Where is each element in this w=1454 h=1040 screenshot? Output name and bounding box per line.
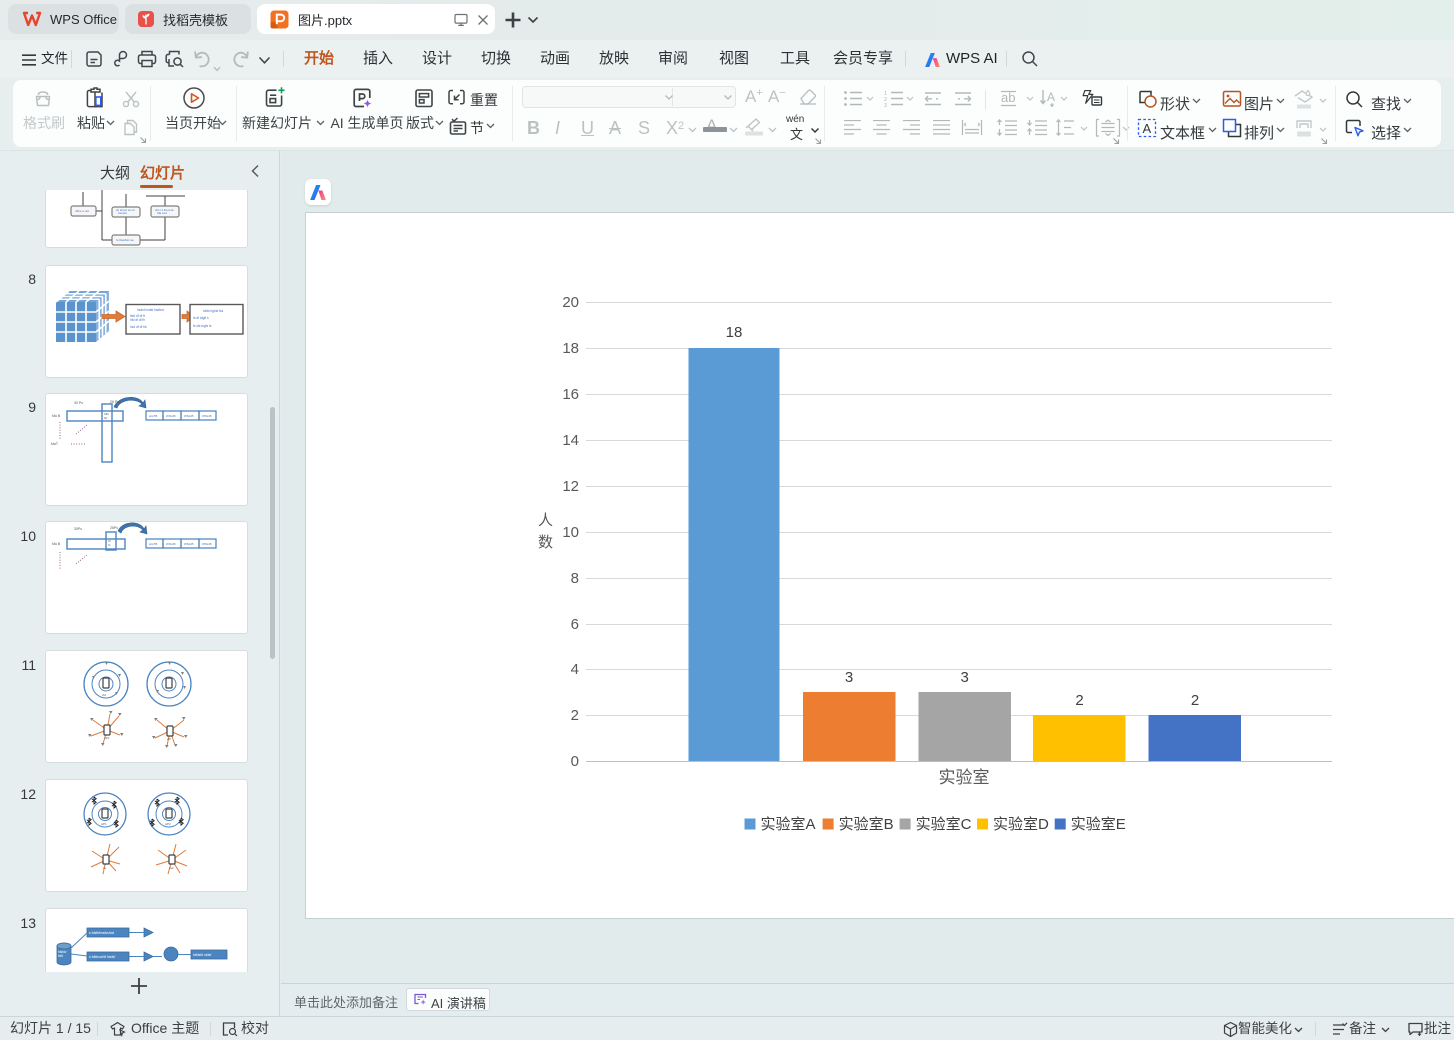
svg-text:cs: cs: [103, 866, 107, 870]
svg-text:sfsts bghst fss: sfsts bghst fss: [203, 309, 224, 313]
svg-text:数: 数: [538, 534, 553, 551]
svg-text:s fdfdsxcfdf fdsfsf: s fdfdsxcfdf fdsfsf: [89, 955, 115, 959]
svg-text:2: 2: [571, 707, 579, 724]
svg-text:实验室A: 实验室A: [761, 816, 816, 833]
svg-text:0: 0: [571, 753, 579, 770]
svg-text:ts df tdgft s: ts df tdgft s: [193, 316, 209, 320]
svg-text:ab: ab: [1001, 90, 1015, 105]
svg-text:30Ps: 30Ps: [74, 527, 82, 531]
svg-text:12: 12: [562, 478, 579, 495]
svg-text:WNLtB: WNLtB: [184, 414, 194, 418]
svg-text:hfd df df fh: hfd df df fh: [130, 318, 145, 322]
svg-text:A: A: [1047, 90, 1055, 104]
svg-text:AP1: AP1: [104, 736, 110, 740]
svg-text:3: 3: [845, 669, 853, 686]
svg-text:3: 3: [884, 103, 887, 107]
svg-text:18: 18: [726, 324, 743, 341]
svg-text:fo ftwafvkr ao: fo ftwafvkr ao: [116, 238, 134, 242]
svg-text:fonsds: fonsds: [118, 211, 127, 215]
svg-text:26 Pss: 26 Pss: [110, 400, 121, 404]
svg-text:WNLtB: WNLtB: [202, 414, 212, 418]
svg-text:18: 18: [562, 340, 579, 357]
svg-text:14: 14: [562, 432, 579, 449]
svg-text:offce a not: offce a not: [75, 209, 89, 213]
svg-text:AP2: AP2: [165, 822, 171, 826]
svg-text:6: 6: [571, 616, 579, 633]
svg-text:16: 16: [562, 386, 579, 403]
svg-text:WNLtB: WNLtB: [166, 542, 176, 546]
svg-text:AP1: AP1: [101, 822, 107, 826]
svg-text:fsfd: fsfd: [58, 954, 63, 958]
svg-text:2: 2: [1075, 692, 1083, 709]
svg-text:fs sfs tsgfs fs: fs sfs tsgfs fs: [193, 324, 212, 328]
svg-text:wtsTB: wtsTB: [149, 542, 157, 546]
svg-text:AP: AP: [167, 737, 171, 741]
svg-text:26Ps: 26Ps: [110, 526, 118, 530]
svg-text:3: 3: [961, 669, 969, 686]
svg-text:2: 2: [1191, 692, 1199, 709]
svg-text:cs2: cs2: [169, 866, 174, 870]
svg-text:WNLtB: WNLtB: [166, 414, 176, 418]
svg-text:实验室E: 实验室E: [1071, 816, 1126, 833]
svg-text:wtsTB: wtsTB: [149, 414, 157, 418]
svg-text:实验室D: 实验室D: [993, 816, 1049, 833]
svg-text:20: 20: [562, 294, 579, 311]
svg-text:实验室C: 实验室C: [916, 816, 972, 833]
svg-text:人: 人: [538, 512, 553, 529]
svg-text:s fdsfbfmsfscfvsf: s fdsfbfmsfscfvsf: [89, 931, 114, 935]
svg-text:A: A: [1143, 121, 1152, 136]
svg-text:Ma B: Ma B: [52, 542, 61, 546]
svg-text:Ma B: Ma B: [52, 414, 61, 418]
svg-text:实验室B: 实验室B: [839, 816, 894, 833]
svg-text:10: 10: [562, 524, 579, 541]
svg-text:8: 8: [571, 570, 579, 587]
svg-text:fsf: fsf: [104, 416, 107, 420]
svg-text:实验室: 实验室: [939, 768, 990, 787]
svg-text:4: 4: [571, 661, 579, 678]
svg-text:WNLtB: WNLtB: [202, 542, 212, 546]
svg-text:fda ssd: fda ssd: [157, 211, 167, 215]
svg-text:hsdst hsdtd hsdted: hsdst hsdtd hsdted: [137, 308, 164, 312]
svg-text:MaT: MaT: [51, 442, 59, 446]
svg-text:WNLtB: WNLtB: [184, 542, 194, 546]
svg-text:zfd: zfd: [102, 693, 106, 697]
svg-text:fs: fs: [108, 543, 111, 547]
svg-text:30 Ps: 30 Ps: [74, 401, 83, 405]
svg-text:hsd df df hb: hsd df df hb: [130, 325, 147, 329]
svg-text:fdfdsfd sfdsf: fdfdsfd sfdsf: [193, 953, 211, 957]
